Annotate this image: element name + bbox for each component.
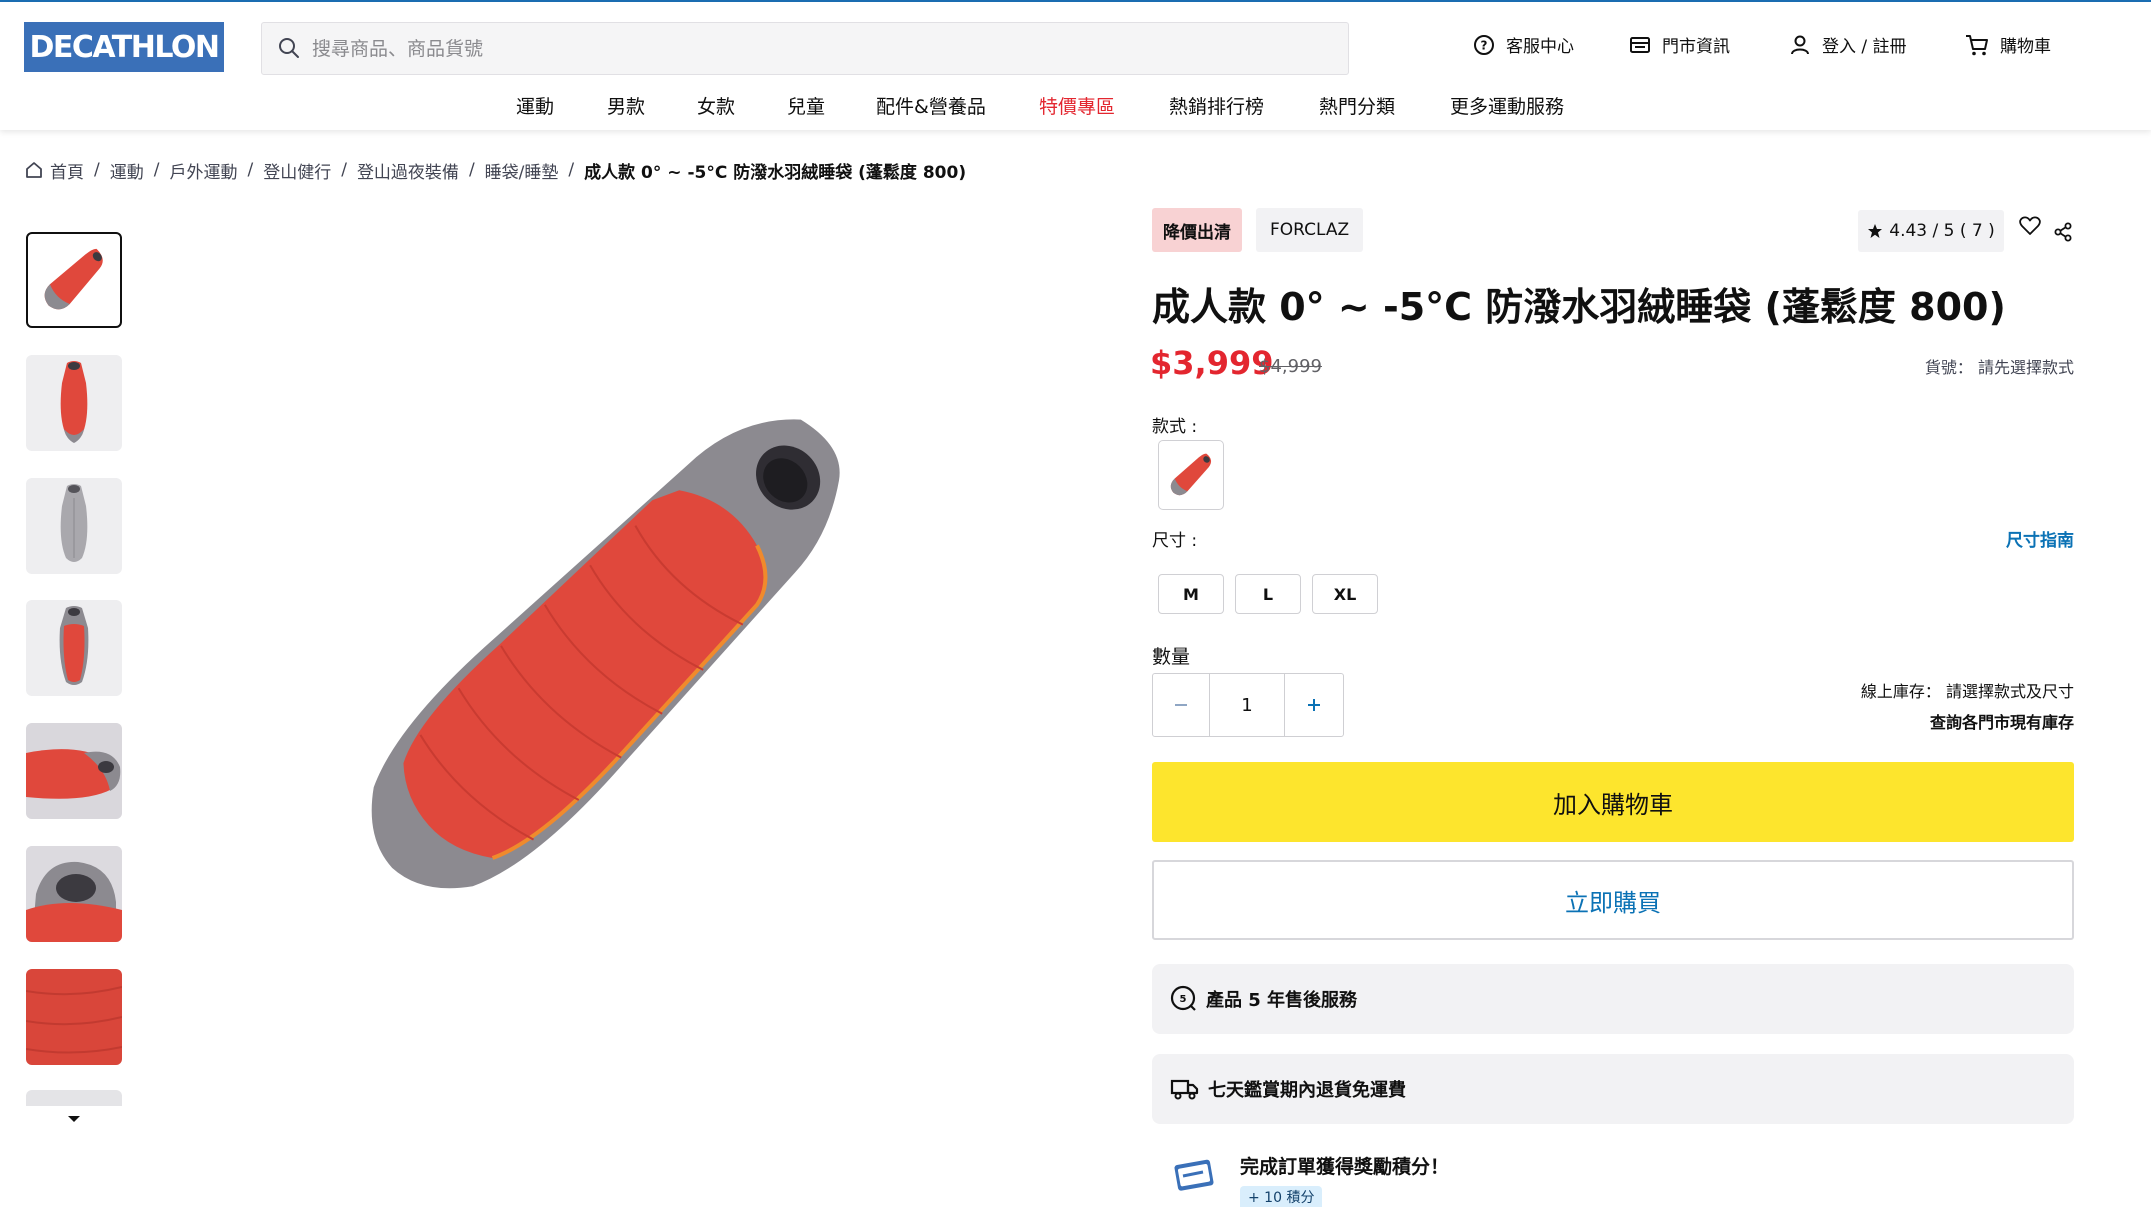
clearance-badge: 降價出清 (1152, 208, 1242, 252)
cart-link[interactable]: 購物車 (1964, 32, 2051, 57)
quantity-decrease-button[interactable] (1153, 674, 1210, 736)
nav-item-kids[interactable]: 兒童 (787, 92, 825, 119)
chevron-down-icon[interactable] (66, 1114, 82, 1124)
heart-icon[interactable] (2019, 216, 2041, 236)
original-price: $4,999 (1259, 356, 1322, 377)
breadcrumb-home[interactable]: 首頁 (50, 158, 84, 183)
breadcrumb-outdoor[interactable]: 戶外運動 (169, 158, 237, 183)
search-bar[interactable] (261, 22, 1349, 75)
store-info-link[interactable]: 門市資訊 (1628, 32, 1730, 57)
sku-text: 貨號： 請先選擇款式 (1924, 358, 2074, 377)
quantity-value[interactable]: 1 (1210, 674, 1285, 736)
size-label: 尺寸 : (1152, 531, 1198, 551)
thumbnail-8-partial[interactable] (26, 1090, 122, 1106)
buy-now-button[interactable]: 立即購買 (1152, 860, 2074, 940)
store-info-label: 門市資訊 (1662, 37, 1730, 57)
plus-icon (1308, 699, 1320, 711)
help-center-link[interactable]: ? 客服中心 (1472, 32, 1574, 57)
help-center-label: 客服中心 (1506, 37, 1574, 57)
cart-label: 購物車 (2000, 37, 2051, 57)
breadcrumb-separator: / (94, 160, 100, 180)
breadcrumb: 首頁 / 運動 / 戶外運動 / 登山健行 / 登山過夜裝備 / 睡袋/睡墊 /… (24, 158, 967, 183)
current-price: $3,999 (1150, 344, 1274, 382)
thumbnail-4[interactable] (26, 600, 122, 696)
main-nav: 運動 男款 女款 兒童 配件&營養品 特價專區 熱銷排行榜 熱門分類 更多運動服… (0, 92, 2151, 124)
reward-title: 完成訂單獲得獎勵積分！ (1240, 1156, 1450, 1178)
search-icon (279, 38, 299, 58)
brand-badge[interactable]: FORCLAZ (1256, 208, 1364, 252)
thumbnail-7[interactable] (26, 969, 122, 1065)
truck-icon (1170, 1079, 1199, 1100)
breadcrumb-current: 成人款 0° ~ -5°C 防潑水羽絨睡袋 (蓬鬆度 800) (584, 162, 967, 183)
star-icon (1868, 224, 1883, 238)
size-guide-link[interactable]: 尺寸指南 (1980, 526, 2074, 551)
decathlon-logo[interactable]: DECATHLON (24, 22, 224, 72)
breadcrumb-sports[interactable]: 運動 (110, 158, 144, 183)
share-icon[interactable] (2053, 222, 2073, 242)
home-icon[interactable] (24, 160, 44, 180)
size-option-m[interactable]: M (1158, 574, 1224, 614)
svg-text:?: ? (1481, 38, 1488, 52)
thumbnail-1[interactable] (26, 232, 122, 328)
login-link[interactable]: 登入 / 註冊 (1788, 32, 1907, 57)
nav-item-sports[interactable]: 運動 (516, 92, 554, 119)
nav-item-women[interactable]: 女款 (697, 92, 735, 119)
quantity-label: 數量 (1152, 646, 1191, 668)
breadcrumb-separator: / (153, 160, 160, 180)
add-to-cart-button[interactable]: 加入購物車 (1152, 762, 2074, 842)
quantity-stepper: 1 (1152, 673, 1344, 737)
warranty-service-row[interactable]: 5 產品 5 年售後服務 (1152, 964, 2074, 1034)
login-label: 登入 / 註冊 (1822, 37, 1907, 57)
nav-item-sale[interactable]: 特價專區 (1039, 92, 1115, 119)
breadcrumb-separator: / (468, 160, 475, 180)
minus-icon (1175, 704, 1187, 706)
product-main-image[interactable] (270, 300, 930, 1020)
thumbnail-3[interactable] (26, 478, 122, 574)
thumbnail-6[interactable] (26, 846, 122, 942)
reward-points-badge: + 10 積分 (1240, 1186, 1323, 1207)
free-return-label: 七天鑑賞期內退貨免運費 (1208, 1080, 1406, 1101)
user-icon (1791, 35, 1809, 54)
reward-icon (1174, 1159, 1214, 1191)
nav-item-bestsellers[interactable]: 熱銷排行榜 (1169, 92, 1264, 119)
store-icon (1630, 36, 1650, 53)
nav-item-accessories[interactable]: 配件&營養品 (876, 92, 986, 119)
product-title: 成人款 0° ~ -5°C 防潑水羽絨睡袋 (蓬鬆度 800) (1152, 285, 2006, 329)
breadcrumb-hiking[interactable]: 登山健行 (263, 158, 331, 183)
warranty-service-label: 產品 5 年售後服務 (1206, 990, 1358, 1011)
breadcrumb-separator: / (341, 160, 347, 180)
size-option-l[interactable]: L (1235, 574, 1301, 614)
rating-text: 4.43 / 5 ( 7 ) (1889, 221, 1995, 241)
store-stock-link[interactable]: 查詢各門市現有庫存 (1760, 709, 2074, 733)
style-swatch-red[interactable] (1158, 440, 1224, 510)
site-header: DECATHLON ? 客服中心 門市資訊 登入 / 註冊 (0, 2, 2151, 130)
thumbnail-5[interactable] (26, 723, 122, 819)
nav-item-categories[interactable]: 熱門分類 (1319, 92, 1395, 119)
breadcrumb-separator: / (247, 160, 254, 180)
breadcrumb-sleeping-bags[interactable]: 睡袋/睡墊 (485, 158, 559, 183)
rating-summary[interactable]: 4.43 / 5 ( 7 ) (1858, 210, 2004, 252)
thumbnail-2[interactable] (26, 355, 122, 451)
nav-item-men[interactable]: 男款 (607, 92, 645, 119)
breadcrumb-camping-gear[interactable]: 登山過夜裝備 (357, 158, 459, 183)
free-return-row[interactable]: 七天鑑賞期內退貨免運費 (1152, 1054, 2074, 1124)
cart-icon (1966, 34, 1988, 55)
style-label: 款式 : (1152, 417, 1198, 437)
breadcrumb-separator: / (568, 160, 575, 180)
warranty-icon: 5 (1170, 985, 1196, 1011)
quantity-increase-button[interactable] (1285, 674, 1343, 736)
help-circle-icon: ? (1474, 34, 1494, 55)
search-input[interactable] (312, 23, 1332, 74)
nav-item-more-services[interactable]: 更多運動服務 (1450, 92, 1564, 119)
online-stock-text: 線上庫存： 請選擇款式及尺寸 (1860, 682, 2074, 701)
svg-text:5: 5 (1180, 994, 1187, 1005)
size-option-xl[interactable]: XL (1312, 574, 1378, 614)
